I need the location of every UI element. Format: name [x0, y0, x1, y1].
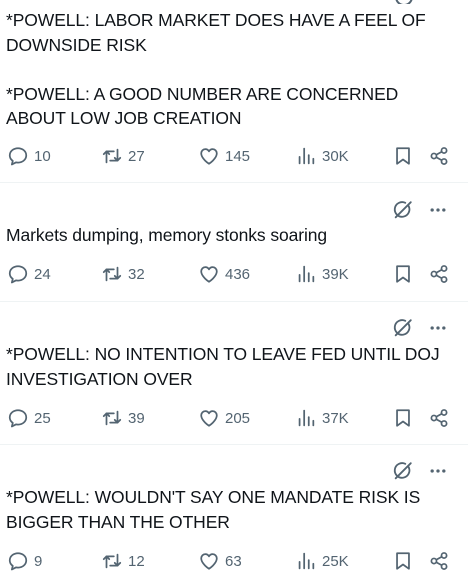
views-count: 39K — [322, 265, 349, 283]
heart-icon — [200, 266, 218, 283]
retweet-button[interactable]: 27 — [101, 144, 145, 168]
share-button[interactable] — [428, 262, 450, 286]
share-icon — [430, 409, 448, 427]
reply-button[interactable]: 10 — [7, 144, 51, 168]
retweet-count: 32 — [128, 265, 145, 283]
reply-icon — [8, 409, 28, 428]
tweet-top-icons — [392, 317, 448, 339]
reply-count: 9 — [34, 552, 43, 570]
more-icon[interactable] — [428, 461, 448, 481]
bookmark-icon — [396, 409, 410, 427]
bookmark-icon — [396, 552, 410, 570]
views-count: 30K — [322, 147, 349, 165]
views-button[interactable]: 25K — [295, 549, 349, 573]
like-count: 436 — [225, 265, 251, 283]
reply-button[interactable]: 25 — [7, 406, 51, 430]
tweet-text: *POWELL: WOULDN'T SAY ONE MANDATE RISK I… — [6, 487, 421, 532]
tweet-text: Markets dumping, memory stonks soaring — [6, 225, 328, 245]
like-button[interactable]: 145 — [198, 144, 250, 168]
views-count: 37K — [322, 409, 349, 427]
retweet-button[interactable]: 12 — [101, 549, 145, 573]
tweet-text: *POWELL: LABOR MARKET DOES HAVE A FEEL O… — [6, 10, 426, 128]
retweet-button[interactable]: 39 — [101, 406, 145, 430]
share-icon — [430, 265, 448, 283]
heart-icon — [200, 148, 218, 165]
like-button[interactable]: 63 — [198, 549, 242, 573]
bookmark-icon — [396, 147, 410, 165]
bar-chart-icon — [298, 147, 315, 165]
tweet-text: *POWELL: NO INTENTION TO LEAVE FED UNTIL… — [6, 344, 440, 389]
bookmark-button[interactable] — [392, 144, 414, 168]
like-button[interactable]: 436 — [198, 262, 250, 286]
retweet-button[interactable]: 32 — [101, 262, 145, 286]
bar-chart-icon — [298, 265, 315, 283]
tweet-top-icons — [392, 460, 448, 482]
views-button[interactable]: 30K — [295, 144, 349, 168]
like-button[interactable]: 205 — [198, 406, 250, 430]
share-button[interactable] — [428, 144, 450, 168]
reply-icon — [8, 147, 28, 166]
reply-button[interactable]: 9 — [7, 549, 42, 573]
bookmark-button[interactable] — [392, 406, 414, 430]
reply-icon — [8, 552, 28, 571]
like-count: 205 — [225, 409, 251, 427]
more-icon[interactable] — [428, 318, 448, 338]
tweet-actions: 25 39 205 37K — [0, 406, 468, 430]
reply-count: 10 — [34, 147, 51, 165]
bookmark-button[interactable] — [392, 549, 414, 573]
reply-count: 25 — [34, 409, 51, 427]
share-icon — [430, 147, 448, 165]
bar-chart-icon — [298, 552, 315, 570]
more-icon[interactable] — [428, 200, 448, 220]
like-count: 145 — [225, 147, 251, 165]
share-button[interactable] — [428, 549, 450, 573]
reply-icon — [8, 265, 28, 284]
retweet-icon — [102, 410, 122, 426]
tweet-2[interactable]: Markets dumping, memory stonks soaring 2… — [0, 183, 468, 301]
retweet-count: 27 — [128, 147, 145, 165]
share-icon — [430, 552, 448, 570]
tweet-actions: 10 27 145 30K — [0, 144, 468, 168]
share-button[interactable] — [428, 406, 450, 430]
reply-count: 24 — [34, 265, 51, 283]
reply-button[interactable]: 24 — [7, 262, 51, 286]
tweet-actions: 9 12 63 25K — [0, 549, 468, 573]
retweet-icon — [102, 553, 122, 569]
views-button[interactable]: 39K — [295, 262, 349, 286]
like-count: 63 — [225, 552, 242, 570]
tweet-1[interactable]: *POWELL: LABOR MARKET DOES HAVE A FEEL O… — [0, 0, 468, 182]
tweet-top-icons — [392, 199, 448, 221]
retweet-icon — [102, 266, 122, 282]
tweet-actions: 24 32 436 39K — [0, 262, 468, 286]
bookmark-icon — [396, 265, 410, 283]
grok-icon[interactable] — [392, 317, 414, 339]
retweet-count: 39 — [128, 409, 145, 427]
tweet-3[interactable]: *POWELL: NO INTENTION TO LEAVE FED UNTIL… — [0, 302, 468, 444]
tweet-4[interactable]: *POWELL: WOULDN'T SAY ONE MANDATE RISK I… — [0, 445, 468, 585]
bar-chart-icon — [298, 409, 315, 427]
retweet-icon — [102, 148, 122, 164]
grok-icon[interactable] — [392, 460, 414, 482]
views-count: 25K — [322, 552, 349, 570]
heart-icon — [200, 410, 218, 427]
grok-icon[interactable] — [392, 199, 414, 221]
views-button[interactable]: 37K — [295, 406, 349, 430]
retweet-count: 12 — [128, 552, 145, 570]
heart-icon — [200, 553, 218, 570]
bookmark-button[interactable] — [392, 262, 414, 286]
